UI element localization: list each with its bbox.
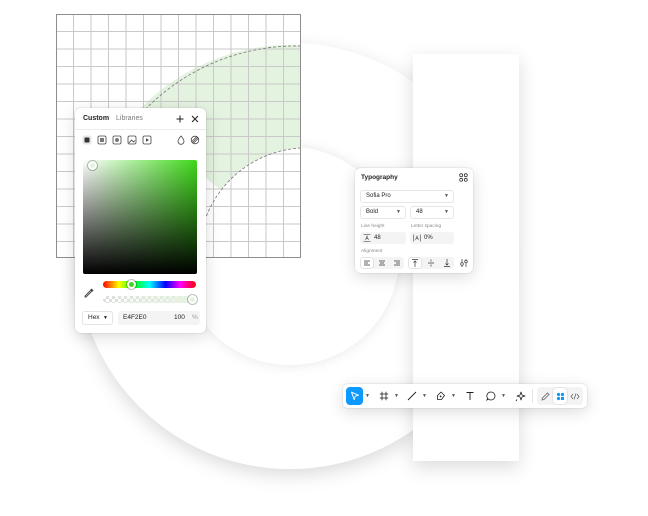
horizontal-align-group — [360, 257, 404, 269]
chevron-down-icon[interactable]: ▼ — [422, 393, 427, 399]
align-center-icon[interactable] — [376, 258, 388, 268]
tab-libraries[interactable]: Libraries — [116, 114, 143, 123]
video-fill-icon[interactable] — [142, 135, 152, 145]
move-tool[interactable] — [346, 387, 363, 405]
hidden-toggle-icon[interactable] — [190, 135, 200, 145]
line-height-input[interactable]: 48 — [360, 232, 406, 244]
alignment-row — [360, 257, 470, 269]
text-styles-grid-icon[interactable] — [459, 173, 468, 182]
toolbar-divider — [532, 389, 533, 403]
line-height-value: 48 — [374, 235, 381, 241]
blend-mode-icon[interactable] — [176, 135, 186, 145]
line-height-icon — [363, 234, 371, 242]
opacity-slider-handle[interactable] — [188, 295, 197, 304]
design-mode-icon — [556, 392, 565, 401]
opacity-unit: % — [192, 314, 198, 321]
line-icon — [407, 391, 417, 401]
frame-tool[interactable] — [376, 387, 392, 405]
vertical-align-group — [408, 257, 454, 269]
typography-panel: Typography Sofia Pro ▼ Bold ▼ 48 ▼ Line … — [355, 168, 473, 273]
hex-value: E4F2E0 — [123, 314, 147, 321]
text-icon — [465, 391, 475, 401]
color-handle[interactable] — [88, 161, 97, 170]
chevron-down-icon: ▼ — [444, 209, 449, 215]
hue-slider-handle[interactable] — [127, 280, 136, 289]
letter-spacing-label: Letter spacing — [411, 224, 442, 229]
letter-spacing-value: 0% — [424, 235, 433, 241]
chevron-down-icon: ▼ — [396, 209, 401, 215]
alignment-label: Alignment — [361, 249, 383, 254]
align-middle-icon[interactable] — [425, 258, 437, 268]
pencil-mode-icon — [540, 391, 550, 401]
hue-slider[interactable] — [103, 281, 196, 288]
chevron-down-icon[interactable]: ▼ — [451, 393, 456, 399]
chevron-down-icon[interactable]: ▼ — [394, 393, 399, 399]
font-weight-select[interactable]: Bold ▼ — [360, 206, 406, 219]
image-fill-icon[interactable] — [127, 135, 137, 145]
font-family-select[interactable]: Sofia Pro ▼ — [360, 190, 454, 203]
line-height-label: Line height — [361, 224, 385, 229]
plus-icon[interactable] — [174, 113, 185, 124]
align-bottom-icon[interactable] — [441, 258, 453, 268]
code-icon — [570, 392, 580, 401]
align-right-icon[interactable] — [391, 258, 403, 268]
color-format-label: Hex — [88, 314, 100, 321]
pen-nib-icon — [436, 391, 446, 401]
pen-line-tool[interactable] — [404, 387, 420, 405]
saturation-brightness-area[interactable] — [83, 160, 197, 274]
design-mode[interactable] — [553, 388, 567, 404]
bottom-toolbar: ▼ ▼ ▼ ▼ ▼ — [343, 384, 587, 408]
chevron-down-icon: ▼ — [103, 315, 108, 321]
color-picker-header: Custom Libraries — [75, 108, 206, 130]
font-size-select[interactable]: 48 ▼ — [410, 206, 454, 219]
frame-hash-icon — [379, 391, 389, 401]
pen-tool[interactable] — [433, 387, 449, 405]
font-size-value: 48 — [416, 209, 423, 215]
draw-mode[interactable] — [538, 387, 552, 405]
chevron-down-icon[interactable]: ▼ — [501, 393, 506, 399]
radial-gradient-icon[interactable] — [112, 135, 122, 145]
align-top-icon[interactable] — [409, 258, 421, 268]
letter-spacing-input[interactable]: 0% — [410, 232, 454, 244]
hex-input[interactable]: E4F2E0 100 % — [118, 311, 200, 325]
font-weight-value: Bold — [366, 209, 379, 215]
actions-tool[interactable] — [512, 387, 528, 405]
color-value-row: Hex ▼ E4F2E0 100 % — [82, 311, 200, 325]
dev-mode[interactable] — [568, 387, 582, 405]
text-tool[interactable] — [462, 387, 478, 405]
linear-gradient-icon[interactable] — [97, 135, 107, 145]
chevron-down-icon[interactable]: ▼ — [365, 393, 370, 399]
letter-spacing-icon — [413, 234, 421, 242]
align-left-icon[interactable] — [361, 258, 373, 268]
comment-bubble-icon — [486, 391, 496, 401]
opacity-slider[interactable] — [103, 296, 196, 303]
solid-fill-icon[interactable] — [82, 135, 92, 145]
chevron-down-icon: ▼ — [444, 193, 449, 199]
comment-tool[interactable] — [483, 387, 499, 405]
opacity-value[interactable]: 100 — [174, 311, 185, 325]
fill-type-row — [82, 135, 200, 147]
color-format-select[interactable]: Hex ▼ — [82, 311, 113, 325]
panel-title: Typography — [361, 174, 398, 181]
color-picker-panel: Custom Libraries Hex ▼ E4F2E0 100 % — [75, 108, 206, 333]
close-icon[interactable] — [189, 113, 200, 124]
type-settings-icon[interactable] — [458, 258, 470, 268]
mode-switcher — [537, 387, 583, 405]
eyedropper-icon[interactable] — [83, 287, 95, 299]
sparkle-actions-icon — [515, 391, 526, 402]
tab-custom[interactable]: Custom — [83, 114, 109, 123]
cursor-icon — [350, 391, 360, 401]
font-family-value: Sofia Pro — [366, 193, 391, 199]
